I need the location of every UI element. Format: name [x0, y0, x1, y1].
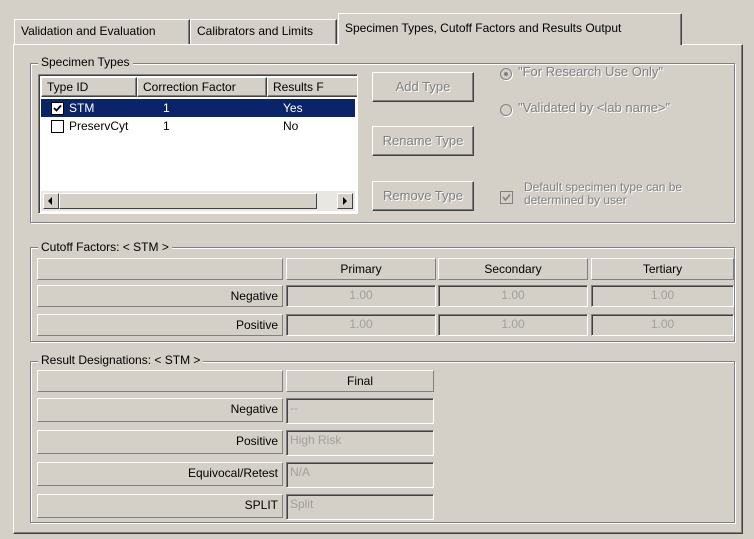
specimen-types-list[interactable]: Type ID Correction Factor Results F STM …	[38, 74, 358, 214]
column-header-type-id[interactable]: Type ID	[41, 77, 137, 97]
column-header-final: Final	[286, 370, 434, 392]
tab-validation-evaluation[interactable]: Validation and Evaluation	[14, 19, 190, 44]
row-header-split: SPLIT	[37, 494, 283, 518]
row-header-positive: Positive	[37, 314, 283, 336]
positive-final-cell[interactable]: High Risk	[286, 430, 434, 456]
scroll-thumb[interactable]	[59, 193, 317, 209]
research-use-label: "For Research Use Only"	[518, 64, 664, 79]
row-header-negative: Negative	[37, 285, 283, 307]
negative-primary-cell[interactable]: 1.00	[286, 285, 436, 307]
validated-by-label: "Validated by <lab name>"	[518, 100, 671, 115]
research-use-radio[interactable]	[500, 68, 512, 80]
validated-by-radio[interactable]	[500, 104, 512, 116]
tab-calibrators-limits[interactable]: Calibrators and Limits	[190, 19, 337, 44]
tab-specimen-types[interactable]: Specimen Types, Cutoff Factors and Resul…	[338, 13, 682, 45]
type-id-cell: PreservCyt	[69, 119, 129, 133]
row-header-positive: Positive	[37, 430, 283, 454]
grid-corner	[37, 258, 283, 280]
split-final-cell[interactable]: Split	[286, 494, 434, 520]
positive-tertiary-cell[interactable]: 1.00	[591, 314, 734, 336]
positive-primary-cell[interactable]: 1.00	[286, 314, 436, 336]
default-type-checkbox[interactable]	[500, 191, 513, 204]
default-type-label: Default specimen type can be determined …	[524, 180, 683, 207]
positive-secondary-cell[interactable]: 1.00	[438, 314, 588, 336]
left-arrow-icon	[48, 197, 52, 205]
add-type-button[interactable]: Add Type	[372, 72, 474, 102]
rename-type-button[interactable]: Rename Type	[372, 126, 474, 156]
row-checkbox[interactable]	[51, 102, 64, 115]
equivocal-final-cell[interactable]: N/A	[286, 462, 434, 488]
specimen-types-legend: Specimen Types	[38, 55, 133, 69]
negative-final-cell[interactable]: --	[286, 398, 434, 424]
column-header-tertiary: Tertiary	[591, 258, 734, 280]
cutoff-factors-legend: Cutoff Factors: < STM >	[38, 240, 172, 254]
results-cell: Yes	[283, 101, 303, 115]
row-header-equivocal: Equivocal/Retest	[37, 462, 283, 486]
column-header-primary: Primary	[286, 258, 436, 280]
scroll-right-button[interactable]	[337, 193, 353, 209]
correction-factor-cell: 1	[163, 101, 170, 115]
negative-tertiary-cell[interactable]: 1.00	[591, 285, 734, 307]
column-header-secondary: Secondary	[438, 258, 588, 280]
result-designations-legend: Result Designations: < STM >	[38, 353, 204, 367]
right-arrow-icon	[343, 197, 347, 205]
list-item[interactable]: PreservCyt 1 No	[41, 117, 355, 135]
column-header-results[interactable]: Results F	[267, 77, 357, 97]
horizontal-scrollbar[interactable]	[41, 191, 355, 211]
row-header-negative: Negative	[37, 398, 283, 422]
negative-secondary-cell[interactable]: 1.00	[438, 285, 588, 307]
row-checkbox[interactable]	[51, 120, 64, 133]
grid-corner	[37, 370, 283, 392]
list-item[interactable]: STM 1 Yes	[41, 99, 355, 117]
correction-factor-cell: 1	[163, 119, 170, 133]
remove-type-button[interactable]: Remove Type	[372, 181, 474, 211]
type-id-cell: STM	[69, 101, 95, 115]
scroll-left-button[interactable]	[43, 193, 59, 209]
results-cell: No	[283, 119, 299, 133]
column-header-correction-factor[interactable]: Correction Factor	[137, 77, 267, 97]
